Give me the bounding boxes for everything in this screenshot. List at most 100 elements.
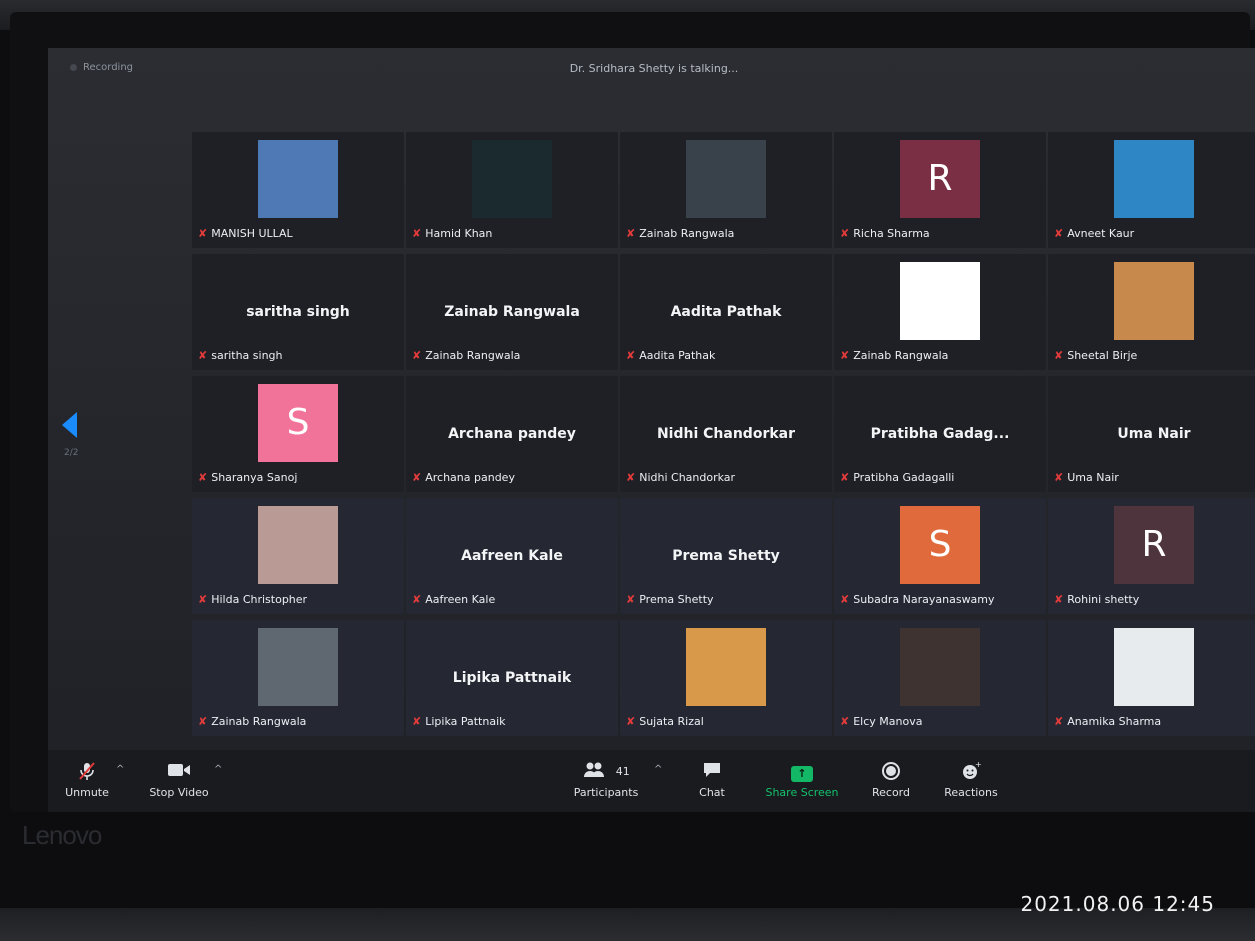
participant-name: Hamid Khan: [425, 227, 493, 240]
record-button[interactable]: Record: [866, 760, 916, 799]
participant-name-label: ✘ Avneet Kaur: [1054, 227, 1134, 240]
participant-tile[interactable]: saritha singh ✘ saritha singh: [192, 254, 404, 370]
participant-name-label: ✘ Richa Sharma: [840, 227, 930, 240]
participant-name-label: ✘ Rohini shetty: [1054, 593, 1139, 606]
mic-muted-icon: [62, 760, 112, 784]
participant-tile[interactable]: ✘ Hamid Khan: [406, 132, 618, 248]
participant-tile[interactable]: Lipika Pattnaik ✘ Lipika Pattnaik: [406, 620, 618, 736]
mic-muted-icon: ✘: [626, 349, 636, 362]
participant-initial-avatar: R: [900, 140, 980, 218]
reactions-button[interactable]: + Reactions: [938, 760, 1004, 799]
participant-name: Sujata Rizal: [639, 715, 704, 728]
participant-name: Rohini shetty: [1067, 593, 1140, 606]
unmute-button[interactable]: Unmute: [62, 760, 112, 799]
people-icon: 41: [570, 760, 642, 784]
mic-muted-icon: ✘: [198, 593, 208, 606]
audio-options-caret-icon[interactable]: ^: [116, 764, 124, 775]
participant-name: Lipika Pattnaik: [425, 715, 506, 728]
mic-muted-icon: ✘: [412, 715, 422, 728]
participant-display-name: Uma Nair: [1117, 426, 1191, 442]
participant-tile[interactable]: ✘ Sujata Rizal: [620, 620, 832, 736]
participant-tile[interactable]: ✘ Zainab Rangwala: [192, 620, 404, 736]
active-speaker-label: Dr. Sridhara Shetty is talking...: [569, 62, 739, 75]
participant-video-thumbnail: [1114, 140, 1194, 218]
stop-video-button[interactable]: Stop Video: [144, 760, 214, 799]
participant-tile[interactable]: R ✘ Richa Sharma: [834, 132, 1046, 248]
participant-name: Richa Sharma: [853, 227, 930, 240]
gallery-grid: ✘ MANISH ULLAL ✘ Hamid Khan ✘ Zainab Rangwala…: [192, 132, 1255, 736]
participants-button[interactable]: 41 Participants: [570, 760, 642, 799]
mic-muted-icon: ✘: [412, 349, 422, 362]
mic-muted-icon: ✘: [1054, 227, 1064, 240]
participant-tile[interactable]: S ✘ Subadra Narayanaswamy: [834, 498, 1046, 614]
participant-name-label: ✘ MANISH ULLAL: [198, 227, 293, 240]
participant-tile[interactable]: ✘ Zainab Rangwala: [620, 132, 832, 248]
mic-muted-icon: ✘: [626, 593, 636, 606]
participant-tile[interactable]: Uma Nair ✘ Uma Nair: [1048, 376, 1255, 492]
participants-options-caret-icon[interactable]: ^: [654, 764, 662, 775]
participant-tile[interactable]: Archana pandey ✘ Archana pandey: [406, 376, 618, 492]
participant-name-label: ✘ Zainab Rangwala: [626, 227, 734, 240]
participant-tile[interactable]: R ✘ Rohini shetty: [1048, 498, 1255, 614]
laptop-brand-logo: Lenovo: [22, 820, 102, 850]
participant-name-label: ✘ Sujata Rizal: [626, 715, 704, 728]
participant-display-name: saritha singh: [246, 304, 350, 320]
participant-tile[interactable]: ✘ Elcy Manova: [834, 620, 1046, 736]
participant-display-name: Lipika Pattnaik: [452, 670, 572, 686]
participant-name-label: ✘ Uma Nair: [1054, 471, 1119, 484]
participant-tile[interactable]: Pratibha Gadag... ✘ Pratibha Gadagalli: [834, 376, 1046, 492]
participant-tile[interactable]: ✘ MANISH ULLAL: [192, 132, 404, 248]
photo-timestamp: 2021.08.06 12:45: [1020, 892, 1215, 916]
participant-tile[interactable]: S ✘ Sharanya Sanoj: [192, 376, 404, 492]
participant-tile[interactable]: Aafreen Kale ✘ Aafreen Kale: [406, 498, 618, 614]
participant-tile[interactable]: Zainab Rangwala ✘ Zainab Rangwala: [406, 254, 618, 370]
participant-tile[interactable]: ✘ Avneet Kaur: [1048, 132, 1255, 248]
participant-display-name: Aafreen Kale: [461, 548, 563, 564]
participant-display-name: Prema Shetty: [672, 548, 780, 564]
participant-name-label: ✘ Hilda Christopher: [198, 593, 307, 606]
meeting-topbar: Recording Dr. Sridhara Shetty is talking…: [48, 48, 1255, 88]
participant-display-name: Zainab Rangwala: [444, 304, 580, 320]
participant-name: saritha singh: [211, 349, 283, 362]
mic-muted-icon: ✘: [840, 349, 850, 362]
unmute-label: Unmute: [65, 786, 109, 799]
participant-name-label: ✘ Pratibha Gadagalli: [840, 471, 954, 484]
participant-tile[interactable]: ✘ Zainab Rangwala: [834, 254, 1046, 370]
mic-muted-icon: ✘: [626, 715, 636, 728]
participant-video-thumbnail: [686, 140, 766, 218]
share-screen-button[interactable]: ↑ Share Screen: [760, 760, 844, 799]
reactions-label: Reactions: [944, 786, 998, 799]
mic-muted-icon: ✘: [840, 227, 850, 240]
mic-muted-icon: ✘: [412, 227, 422, 240]
participant-tile[interactable]: ✘ Anamika Sharma: [1048, 620, 1255, 736]
participant-name: Nidhi Chandorkar: [639, 471, 736, 484]
mic-muted-icon: ✘: [412, 593, 422, 606]
zoom-window: Recording Dr. Sridhara Shetty is talking…: [48, 48, 1255, 812]
participant-display-name: Nidhi Chandorkar: [656, 426, 796, 442]
participant-name: Zainab Rangwala: [639, 227, 735, 240]
participant-name: Sharanya Sanoj: [211, 471, 298, 484]
participant-tile[interactable]: ✘ Sheetal Birje: [1048, 254, 1255, 370]
participant-tile[interactable]: Nidhi Chandorkar ✘ Nidhi Chandorkar: [620, 376, 832, 492]
video-options-caret-icon[interactable]: ^: [214, 764, 222, 775]
participant-name: Prema Shetty: [639, 593, 714, 606]
participant-name: Avneet Kaur: [1067, 227, 1135, 240]
gallery-page-nav[interactable]: 2/2: [62, 412, 78, 458]
page-prev-arrow-icon[interactable]: [62, 412, 77, 438]
participant-name-label: ✘ Sharanya Sanoj: [198, 471, 297, 484]
participant-name: Zainab Rangwala: [853, 349, 949, 362]
participant-name: Aafreen Kale: [425, 593, 496, 606]
participant-tile[interactable]: Prema Shetty ✘ Prema Shetty: [620, 498, 832, 614]
participant-display-name: Pratibha Gadag...: [870, 426, 1010, 442]
participant-tile[interactable]: ✘ Hilda Christopher: [192, 498, 404, 614]
participant-initial-avatar: R: [1114, 506, 1194, 584]
participant-tile[interactable]: Aadita Pathak ✘ Aadita Pathak: [620, 254, 832, 370]
participant-name: Pratibha Gadagalli: [853, 471, 955, 484]
record-icon: [866, 760, 916, 784]
participant-name-label: ✘ Anamika Sharma: [1054, 715, 1161, 728]
chat-button[interactable]: Chat: [692, 760, 732, 799]
participants-label: Participants: [573, 786, 639, 799]
laptop-bezel: Recording Dr. Sridhara Shetty is talking…: [10, 12, 1255, 812]
participant-video-thumbnail: [1114, 262, 1194, 340]
mic-muted-icon: ✘: [626, 227, 636, 240]
